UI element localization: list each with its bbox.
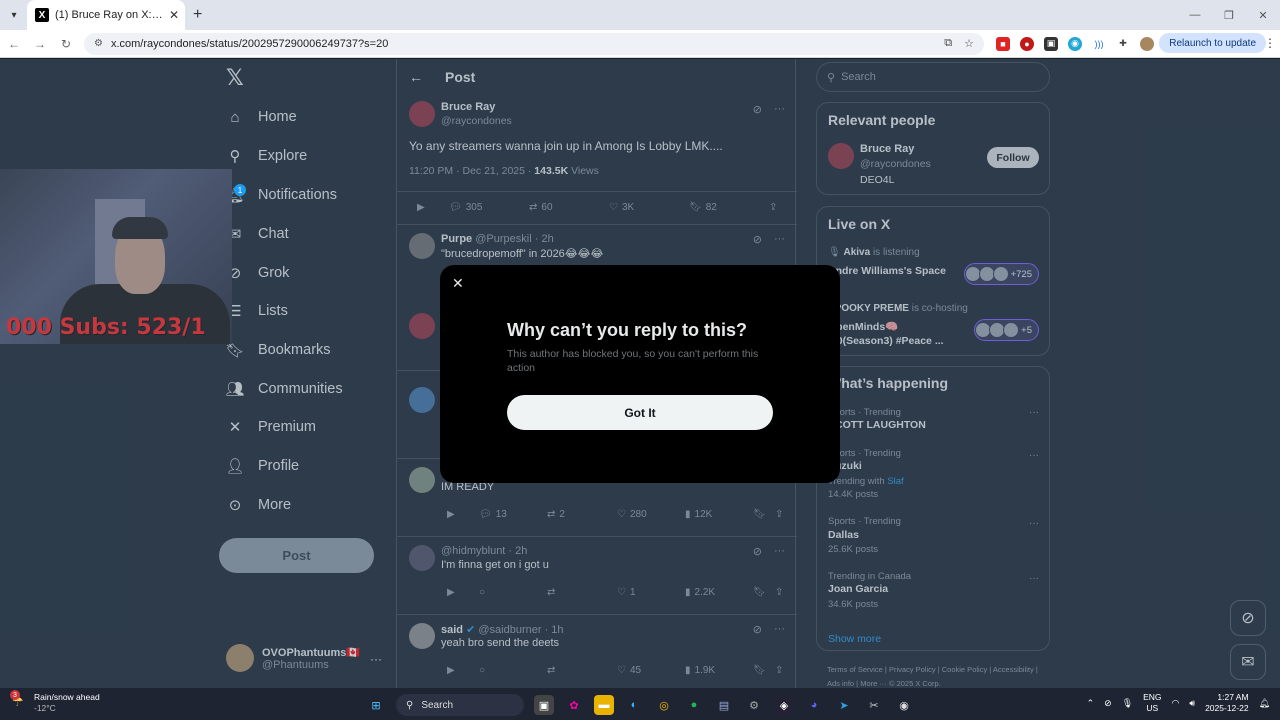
- profile-avatar-icon[interactable]: [1140, 36, 1154, 51]
- chevron-up-icon[interactable]: ⌃: [1087, 698, 1095, 709]
- browser-tab[interactable]: X (1) Bruce Ray on X: "Yo any stre ✕: [27, 0, 185, 30]
- taskbar-apps: ⊞ ⚲ Search ▣ ✿ ▬ ◐ ◎ ● ▤ ⚙ ◈ ◕ ➤ ✂ ◉: [366, 694, 914, 716]
- network-off-icon[interactable]: ⊘: [1104, 698, 1112, 709]
- extensions-puzzle-icon[interactable]: ✚: [1116, 36, 1130, 51]
- lang-bottom: US: [1146, 703, 1159, 713]
- settings-icon[interactable]: ⚙: [744, 695, 764, 715]
- x-favicon-icon: X: [35, 8, 49, 22]
- app-icon[interactable]: ◈: [774, 695, 794, 715]
- weather-widget[interactable]: ☂ 3 Rain/snow ahead -12°C: [10, 690, 100, 714]
- window-controls: — ❐ ✕: [1178, 0, 1280, 30]
- reload-icon[interactable]: ↻: [54, 37, 78, 51]
- minimize-icon[interactable]: —: [1178, 0, 1212, 30]
- tab-close-icon[interactable]: ✕: [169, 8, 179, 22]
- weather-temp: -12°C: [34, 703, 56, 713]
- discord-icon[interactable]: ◕: [804, 695, 824, 715]
- search-icon: ⚲: [406, 699, 414, 711]
- weather-badge: 3: [10, 690, 20, 700]
- extension-wave-icon[interactable]: ))): [1092, 36, 1106, 51]
- weather-title: Rain/snow ahead: [34, 692, 100, 702]
- restore-icon[interactable]: ❐: [1212, 0, 1246, 30]
- notepad-icon[interactable]: ▤: [714, 695, 734, 715]
- browser-toolbar: ← → ↻ ⚙ x.com/raycondones/status/2002957…: [0, 30, 1280, 58]
- lang-top: ENG: [1143, 692, 1162, 702]
- chrome-icon[interactable]: ◎: [654, 695, 674, 715]
- site-info-icon[interactable]: ⚙: [94, 38, 103, 49]
- telegram-icon[interactable]: ➤: [834, 695, 854, 715]
- reply-restricted-dialog: ✕ Why can’t you reply to this? This auth…: [440, 265, 840, 483]
- new-tab-icon[interactable]: +: [193, 6, 202, 24]
- weather-icon: ☂ 3: [10, 690, 24, 709]
- edge-icon[interactable]: ◐: [624, 695, 644, 715]
- copilot-icon[interactable]: ✿: [564, 695, 584, 715]
- snipping-tool-icon[interactable]: ✂: [864, 695, 884, 715]
- volume-icon[interactable]: 🔊︎: [1189, 698, 1195, 709]
- language-indicator[interactable]: ENG US: [1143, 692, 1161, 714]
- got-it-button[interactable]: Got It: [507, 395, 773, 430]
- browser-tab-bar: ▾ X (1) Bruce Ray on X: "Yo any stre ✕ +…: [0, 0, 1280, 30]
- relaunch-button[interactable]: Relaunch to update: [1159, 33, 1266, 53]
- tab-title: (1) Bruce Ray on X: "Yo any stre: [55, 9, 165, 21]
- bookmark-star-icon[interactable]: ☆: [964, 37, 974, 50]
- clock-date: 2025-12-22: [1205, 703, 1249, 713]
- microphone-icon[interactable]: 🎙︎: [1122, 698, 1133, 709]
- windows-taskbar: ☂ 3 Rain/snow ahead -12°C ⊞ ⚲ Search ▣ ✿ ▬ …: [0, 688, 1280, 720]
- back-icon[interactable]: ←: [2, 37, 26, 51]
- url-text[interactable]: x.com/raycondones/status/200295729000624…: [111, 38, 944, 50]
- taskbar-search-label: Search: [421, 699, 454, 711]
- dialog-title: Why can’t you reply to this?: [507, 320, 748, 340]
- tab-search-button[interactable]: ▾: [3, 4, 25, 26]
- address-bar[interactable]: ⚙ x.com/raycondones/status/2002957290006…: [84, 32, 984, 55]
- dialog-body: This author has blocked you, so you can'…: [507, 348, 759, 374]
- close-window-icon[interactable]: ✕: [1246, 0, 1280, 30]
- wifi-icon[interactable]: ◠: [1172, 698, 1180, 709]
- extension-dark-icon[interactable]: ▣: [1044, 36, 1058, 51]
- notifications-icon[interactable]: 🔔︎: [1259, 698, 1270, 709]
- extension-red-icon[interactable]: ■: [996, 36, 1010, 51]
- extensions-bar: ■ ● ▣ ◉ ))) ✚: [996, 36, 1154, 51]
- taskbar-search[interactable]: ⚲ Search: [396, 694, 524, 716]
- task-view-icon[interactable]: ▣: [534, 695, 554, 715]
- clock[interactable]: 1:27 AM 2025-12-22: [1205, 692, 1248, 714]
- clock-time: 1:27 AM: [1217, 692, 1249, 702]
- extension-circle-icon[interactable]: ●: [1020, 36, 1034, 51]
- spotify-icon[interactable]: ●: [684, 695, 704, 715]
- obs-icon[interactable]: ◉: [894, 695, 914, 715]
- extension-blue-icon[interactable]: ◉: [1068, 36, 1082, 51]
- install-icon[interactable]: ⧉: [944, 37, 952, 50]
- windows-start-icon[interactable]: ⊞: [366, 695, 386, 715]
- browser-menu-icon[interactable]: ⋮: [1264, 36, 1276, 50]
- system-tray: ⌃ ⊘ 🎙︎ ENG US ◠ 🔊︎ 1:27 AM 2025-12-22 🔔︎: [1087, 692, 1270, 714]
- notification-badge: 1: [234, 184, 246, 196]
- forward-icon[interactable]: →: [28, 37, 52, 51]
- file-explorer-icon[interactable]: ▬: [594, 695, 614, 715]
- close-icon[interactable]: ✕: [452, 275, 464, 292]
